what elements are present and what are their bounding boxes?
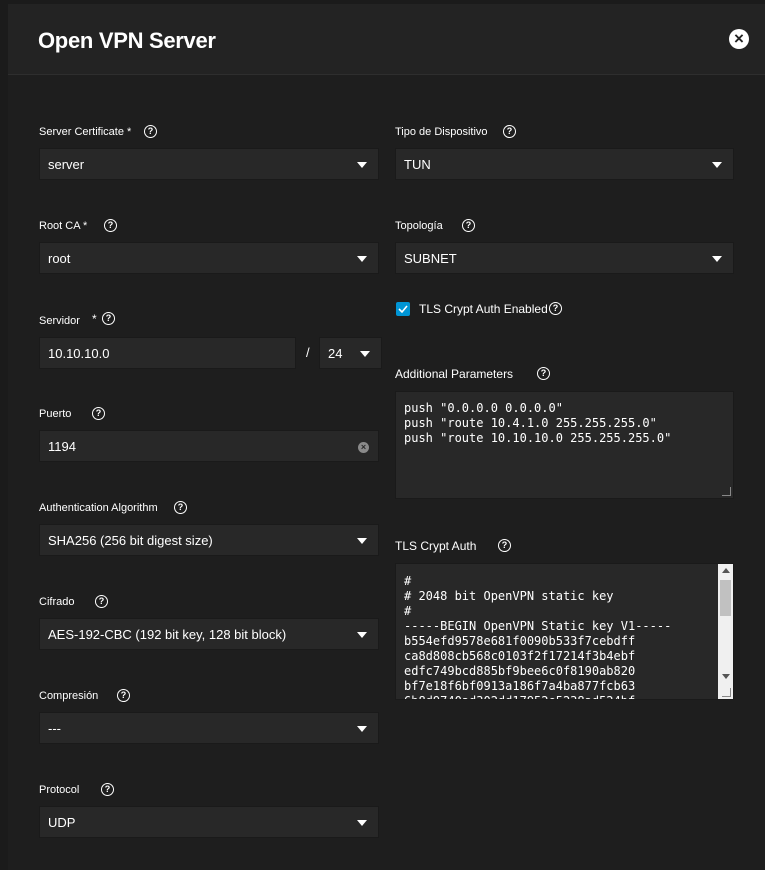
puerto-value: 1194 (48, 439, 76, 454)
root-ca-label: Root CA * (39, 220, 88, 232)
chevron-down-icon (712, 162, 722, 168)
tipo-dispositivo-select[interactable]: TUN (395, 148, 734, 180)
dialog-header: Open VPN Server × (8, 4, 765, 75)
root-ca-select[interactable]: root (39, 242, 379, 274)
compresion-label: Compresión (39, 690, 99, 702)
servidor-netmask-select[interactable]: 24 (319, 337, 382, 369)
additional-parameters-textarea[interactable]: push "0.0.0.0 0.0.0.0" push "route 10.4.… (395, 391, 734, 499)
auth-algorithm-label: Authentication Algorithm (39, 502, 158, 514)
tls-crypt-auth-label: TLS Crypt Auth (395, 539, 477, 553)
chevron-down-icon (357, 538, 367, 544)
puerto-input[interactable]: 1194 × (39, 430, 379, 462)
netmask-separator: / (306, 345, 310, 360)
tls-crypt-auth-scrollbar[interactable] (718, 564, 733, 699)
tipo-dispositivo-help-icon[interactable]: ? (503, 125, 516, 138)
scroll-up-icon[interactable] (722, 568, 730, 573)
dialog-title: Open VPN Server (38, 28, 216, 53)
protocol-label: Protocol (39, 784, 80, 796)
servidor-netmask-value: 24 (328, 346, 343, 361)
server-certificate-select[interactable]: server (39, 148, 379, 180)
chevron-down-icon (357, 726, 367, 732)
resize-handle[interactable] (722, 487, 731, 496)
servidor-address-input[interactable]: 10.10.10.0 (39, 337, 296, 369)
protocol-select[interactable]: UDP (39, 806, 379, 838)
compresion-select[interactable]: --- (39, 712, 379, 744)
tls-crypt-auth-textarea[interactable]: # # 2048 bit OpenVPN static key # -----B… (395, 563, 734, 700)
chevron-down-icon (357, 820, 367, 826)
auth-algorithm-value: SHA256 (256 bit digest size) (48, 533, 213, 548)
tls-crypt-enabled-help-icon[interactable]: ? (549, 302, 562, 315)
required-mark: * (92, 312, 97, 326)
compresion-value: --- (48, 721, 61, 736)
additional-parameters-help-icon[interactable]: ? (537, 367, 550, 380)
resize-handle[interactable] (722, 688, 731, 697)
topologia-value: SUBNET (404, 251, 457, 266)
puerto-help-icon[interactable]: ? (92, 407, 105, 420)
topologia-help-icon[interactable]: ? (462, 219, 475, 232)
cifrado-select[interactable]: AES-192-CBC (192 bit key, 128 bit block) (39, 618, 379, 650)
compresion-help-icon[interactable]: ? (117, 689, 130, 702)
auth-algorithm-select[interactable]: SHA256 (256 bit digest size) (39, 524, 379, 556)
clear-icon[interactable]: × (358, 442, 369, 453)
chevron-down-icon (357, 256, 367, 262)
tls-crypt-enabled-label: TLS Crypt Auth Enabled (419, 302, 548, 316)
protocol-value: UDP (48, 815, 76, 830)
tls-crypt-auth-text: # # 2048 bit OpenVPN static key # -----B… (404, 574, 672, 699)
topologia-label: Topología (395, 220, 443, 232)
cifrado-help-icon[interactable]: ? (95, 595, 108, 608)
close-icon: × (734, 29, 744, 48)
topologia-select[interactable]: SUBNET (395, 242, 734, 274)
close-button[interactable]: × (729, 29, 749, 49)
chevron-down-icon (357, 632, 367, 638)
server-certificate-label: Server Certificate * (39, 126, 132, 138)
chevron-down-icon (357, 162, 367, 168)
servidor-label: Servidor (39, 315, 80, 327)
root-ca-value: root (48, 251, 71, 266)
scroll-down-icon[interactable] (722, 674, 730, 679)
tls-crypt-enabled-checkbox[interactable] (396, 302, 410, 316)
servidor-address-value: 10.10.10.0 (48, 346, 110, 361)
cifrado-value: AES-192-CBC (192 bit key, 128 bit block) (48, 627, 287, 642)
chevron-down-icon (360, 351, 370, 357)
puerto-label: Puerto (39, 408, 72, 420)
server-certificate-value: server (48, 157, 85, 172)
server-certificate-help-icon[interactable]: ? (144, 125, 157, 138)
additional-parameters-label: Additional Parameters (395, 367, 514, 381)
servidor-help-icon[interactable]: ? (102, 312, 115, 325)
chevron-down-icon (712, 256, 722, 262)
tipo-dispositivo-label: Tipo de Dispositivo (395, 126, 488, 138)
tipo-dispositivo-value: TUN (404, 157, 431, 172)
protocol-help-icon[interactable]: ? (101, 783, 114, 796)
auth-algorithm-help-icon[interactable]: ? (174, 501, 187, 514)
tls-crypt-auth-help-icon[interactable]: ? (498, 539, 511, 552)
cifrado-label: Cifrado (39, 596, 75, 608)
check-icon (398, 305, 408, 314)
scroll-thumb[interactable] (720, 580, 731, 616)
additional-parameters-text: push "0.0.0.0 0.0.0.0" push "route 10.4.… (404, 401, 672, 445)
root-ca-help-icon[interactable]: ? (104, 219, 117, 232)
